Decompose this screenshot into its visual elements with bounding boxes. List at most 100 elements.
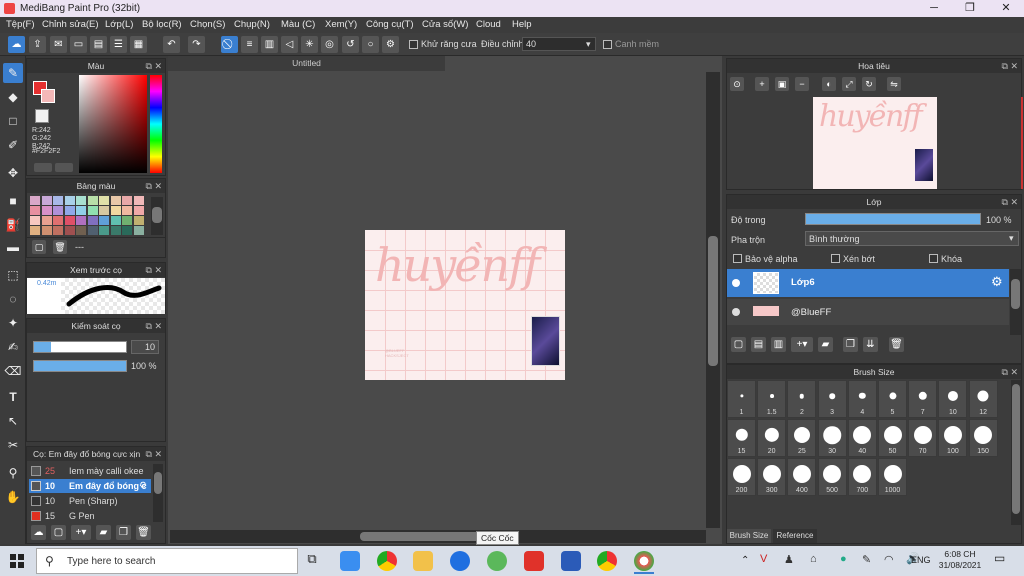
palette-swatch[interactable] — [122, 206, 132, 215]
brush-size-cell[interactable]: 500 — [817, 458, 847, 496]
palette-swatch[interactable] — [99, 216, 109, 225]
palette-swatch[interactable] — [110, 226, 121, 235]
brush-size-cell[interactable]: 4 — [847, 380, 877, 418]
chevron-up-icon[interactable]: ⌃ — [741, 555, 749, 566]
flip-icon[interactable]: ⇋ — [887, 77, 901, 91]
parallel-snap-icon[interactable]: ≡ — [241, 36, 258, 53]
medibang-icon[interactable] — [634, 551, 654, 571]
palette-swatch[interactable] — [76, 216, 86, 225]
tray-app-2-icon[interactable]: ♟ — [784, 553, 794, 566]
palette-swatch[interactable] — [53, 216, 63, 225]
rotate-right-icon[interactable]: ↻ — [862, 77, 876, 91]
antialias-checkbox[interactable] — [409, 40, 418, 49]
layer-opacity-slider[interactable] — [805, 213, 981, 225]
blend-mode-select[interactable]: Bình thường ▾ — [805, 231, 1019, 246]
bucket-tool-icon[interactable]: ⛽ — [3, 215, 23, 235]
palette-swatch[interactable] — [122, 196, 132, 205]
trash-icon[interactable]: 🗑 — [136, 525, 151, 540]
task-view-icon[interactable]: ⧉ — [302, 551, 322, 571]
visibility-icon[interactable] — [732, 279, 740, 287]
fill-rect-tool-icon[interactable]: ■ — [3, 191, 23, 211]
palette-swatch[interactable] — [64, 196, 75, 205]
menu-file[interactable]: Tệp(F) — [6, 19, 35, 30]
palette-swatch[interactable] — [87, 226, 98, 235]
hand-tool-icon[interactable]: ✋ — [3, 487, 23, 507]
tray-app-icon[interactable]: V — [760, 553, 767, 565]
close-button[interactable]: ✕ — [988, 0, 1024, 17]
perspective-snap-icon[interactable]: ◁ — [281, 36, 298, 53]
network-icon[interactable]: ◠ — [884, 553, 894, 566]
divide-tool-icon[interactable]: ✂ — [3, 435, 23, 455]
brush-size-cell[interactable]: 7 — [908, 380, 938, 418]
operation-tool-icon[interactable]: ↖ — [3, 411, 23, 431]
document-tab[interactable]: Untitled — [168, 56, 445, 71]
wps-icon[interactable] — [524, 551, 544, 571]
brush-size-cell[interactable]: 50 — [878, 419, 907, 457]
size-value[interactable]: 10 — [131, 340, 159, 354]
palette-swatch[interactable] — [133, 226, 144, 235]
palette-swatches[interactable] — [30, 196, 146, 235]
folder-icon[interactable]: ▰ — [818, 337, 833, 352]
circle-snap-icon[interactable]: ◎ — [321, 36, 338, 53]
brush-size-cell[interactable]: 200 — [727, 458, 756, 496]
tray-app-4-icon[interactable]: ● — [840, 553, 847, 565]
palette-swatch[interactable] — [133, 206, 144, 215]
color-mode-button[interactable] — [34, 163, 52, 172]
brush-tool-icon[interactable]: ✎ — [3, 63, 23, 83]
brush-size-scrollbar[interactable] — [1011, 380, 1021, 525]
menu-color[interactable]: Màu (C) — [281, 19, 315, 30]
brush-size-cell[interactable]: 1 — [727, 380, 756, 418]
layer-scrollbar[interactable] — [1010, 269, 1021, 335]
menu-cloud[interactable]: Cloud — [476, 19, 501, 30]
palette-swatch[interactable] — [64, 226, 75, 235]
add-layer-menu-icon[interactable]: +▾ — [791, 337, 813, 352]
comment-icon[interactable]: ✉ — [50, 36, 67, 53]
language-indicator[interactable]: ENG — [911, 555, 931, 565]
palette-swatch[interactable] — [87, 206, 98, 215]
menu-filter[interactable]: Bộ lọc(R) — [142, 19, 182, 30]
trash-icon[interactable]: 🗑 — [53, 240, 67, 254]
palette-swatch[interactable] — [41, 216, 52, 225]
zoom-out-icon[interactable]: − — [795, 77, 809, 91]
visibility-icon[interactable] — [732, 308, 740, 316]
palette-swatch[interactable] — [64, 216, 75, 225]
list-item[interactable]: 10 Em đây đổ bóng c ⚙ — [29, 479, 151, 493]
zoom-app-icon[interactable] — [340, 551, 360, 571]
palette-swatch[interactable] — [53, 196, 63, 205]
brush-size-cell[interactable]: 100 — [938, 419, 968, 457]
app-green-icon[interactable] — [487, 551, 507, 571]
zoom-icon[interactable]: ⊙ — [730, 77, 744, 91]
clip-checkbox[interactable] — [831, 254, 840, 263]
hue-slider[interactable] — [150, 75, 162, 173]
brush-size-cell[interactable]: 40 — [847, 419, 877, 457]
palette-swatch[interactable] — [110, 196, 121, 205]
brush-size-cell[interactable]: 10 — [938, 380, 968, 418]
ruler-checkbox[interactable] — [603, 40, 612, 49]
chat-icon[interactable]: ▭ — [70, 36, 87, 53]
palette-swatch[interactable] — [30, 226, 40, 235]
brush-size-cell[interactable]: 700 — [847, 458, 877, 496]
folder-icon[interactable]: ▰ — [96, 525, 111, 540]
layer-row[interactable]: Lớp6 ⚙ — [727, 269, 1009, 297]
panel-controls-icon[interactable]: ⧉ ✕ — [1002, 365, 1018, 379]
rectangle-tool-icon[interactable]: □ — [3, 111, 23, 131]
brush-size-cell[interactable]: 70 — [908, 419, 938, 457]
list-item[interactable]: 10 Pen (Sharp) — [29, 494, 151, 508]
brush-list-scrollbar[interactable] — [153, 464, 163, 522]
brush-size-cell[interactable]: 12 — [968, 380, 998, 418]
merge-layer-icon[interactable]: ⇊ — [863, 337, 878, 352]
brush-size-cell[interactable]: 20 — [757, 419, 787, 457]
coccoc-browser-2-icon[interactable] — [597, 551, 617, 571]
taskbar-search[interactable]: ⚲ Type here to search — [36, 548, 298, 574]
radial-snap-icon[interactable]: ✳ — [301, 36, 318, 53]
adjust-input[interactable]: 40 ▾ — [522, 37, 596, 51]
gradient-tool-icon[interactable]: ▬ — [3, 237, 23, 257]
new-halftone-layer-icon[interactable]: ▤ — [751, 337, 766, 352]
select-pen-icon[interactable]: ✍ — [3, 337, 23, 357]
pen-icon[interactable]: ✎ — [862, 553, 871, 566]
palette-swatch[interactable] — [99, 196, 109, 205]
palette-swatch[interactable] — [76, 206, 86, 215]
undo-icon[interactable]: ↶ — [163, 36, 180, 53]
palette-swatch[interactable] — [76, 226, 86, 235]
menu-window[interactable]: Cửa số(W) — [422, 19, 468, 30]
